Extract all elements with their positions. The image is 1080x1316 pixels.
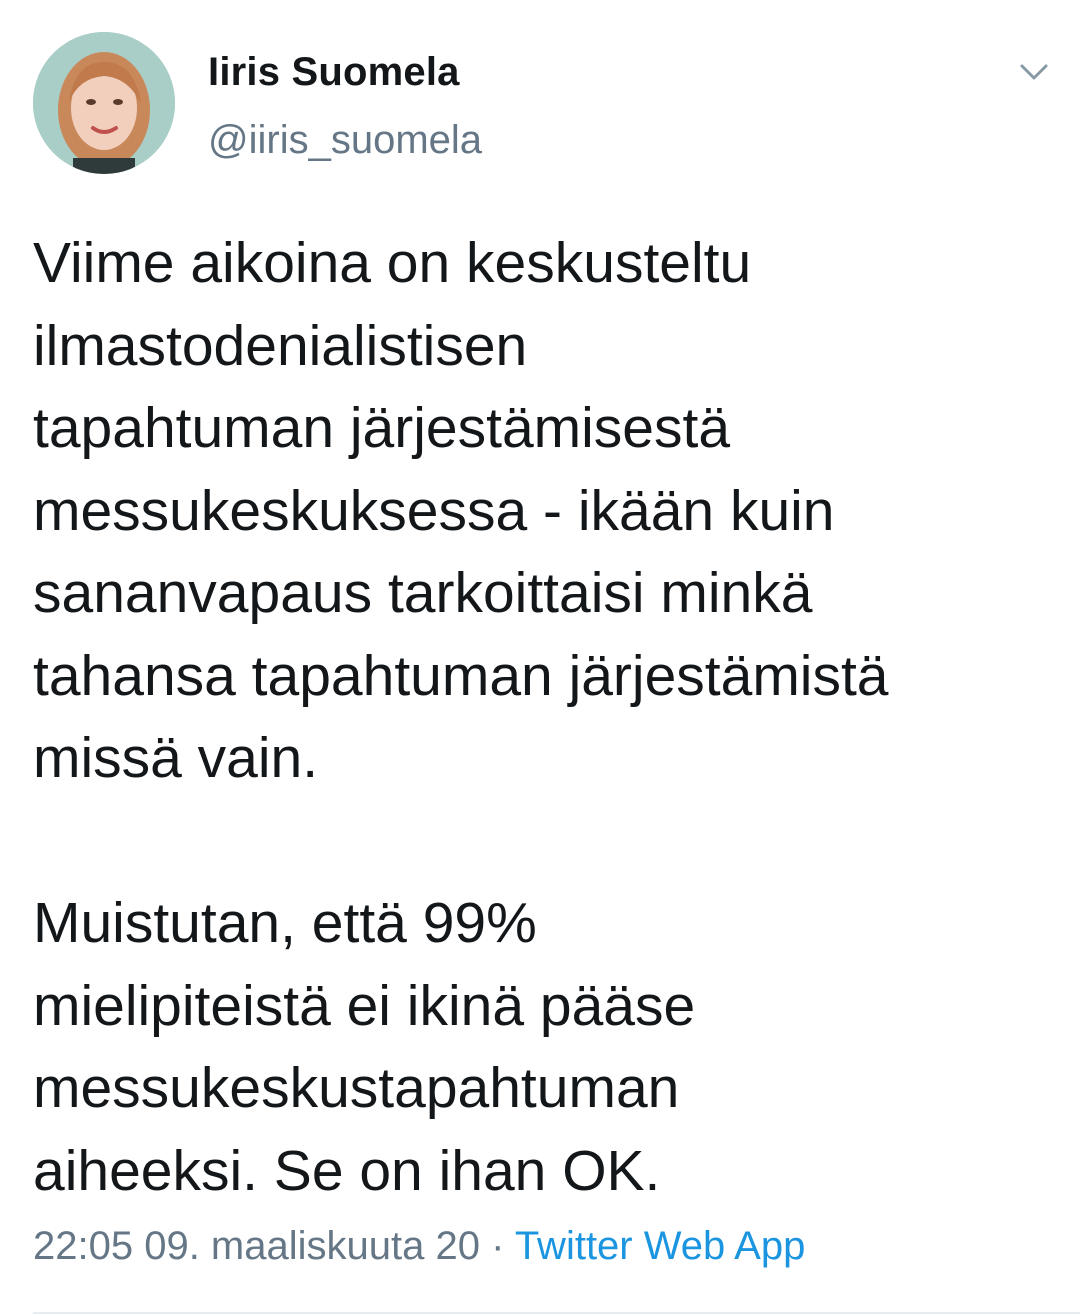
chevron-down-icon[interactable] — [1016, 58, 1052, 86]
tweet-meta: 22:05 09. maaliskuuta 20 · Twitter Web A… — [33, 1224, 805, 1269]
avatar-image — [33, 32, 175, 174]
author-name[interactable]: Iiris Suomela — [208, 50, 460, 95]
tweet-header: Iiris Suomela @iiris_suomela — [0, 0, 1080, 200]
author-handle[interactable]: @iiris_suomela — [208, 118, 482, 163]
tweet-text: Viime aikoina on keskusteltu ilmastodeni… — [33, 231, 889, 1203]
divider — [33, 1312, 1080, 1314]
avatar[interactable] — [33, 32, 175, 174]
tweet-source-link[interactable]: Twitter Web App — [515, 1224, 806, 1268]
meta-separator: · — [491, 1224, 505, 1268]
tweet-timestamp[interactable]: 22:05 09. maaliskuuta 20 — [33, 1224, 480, 1268]
